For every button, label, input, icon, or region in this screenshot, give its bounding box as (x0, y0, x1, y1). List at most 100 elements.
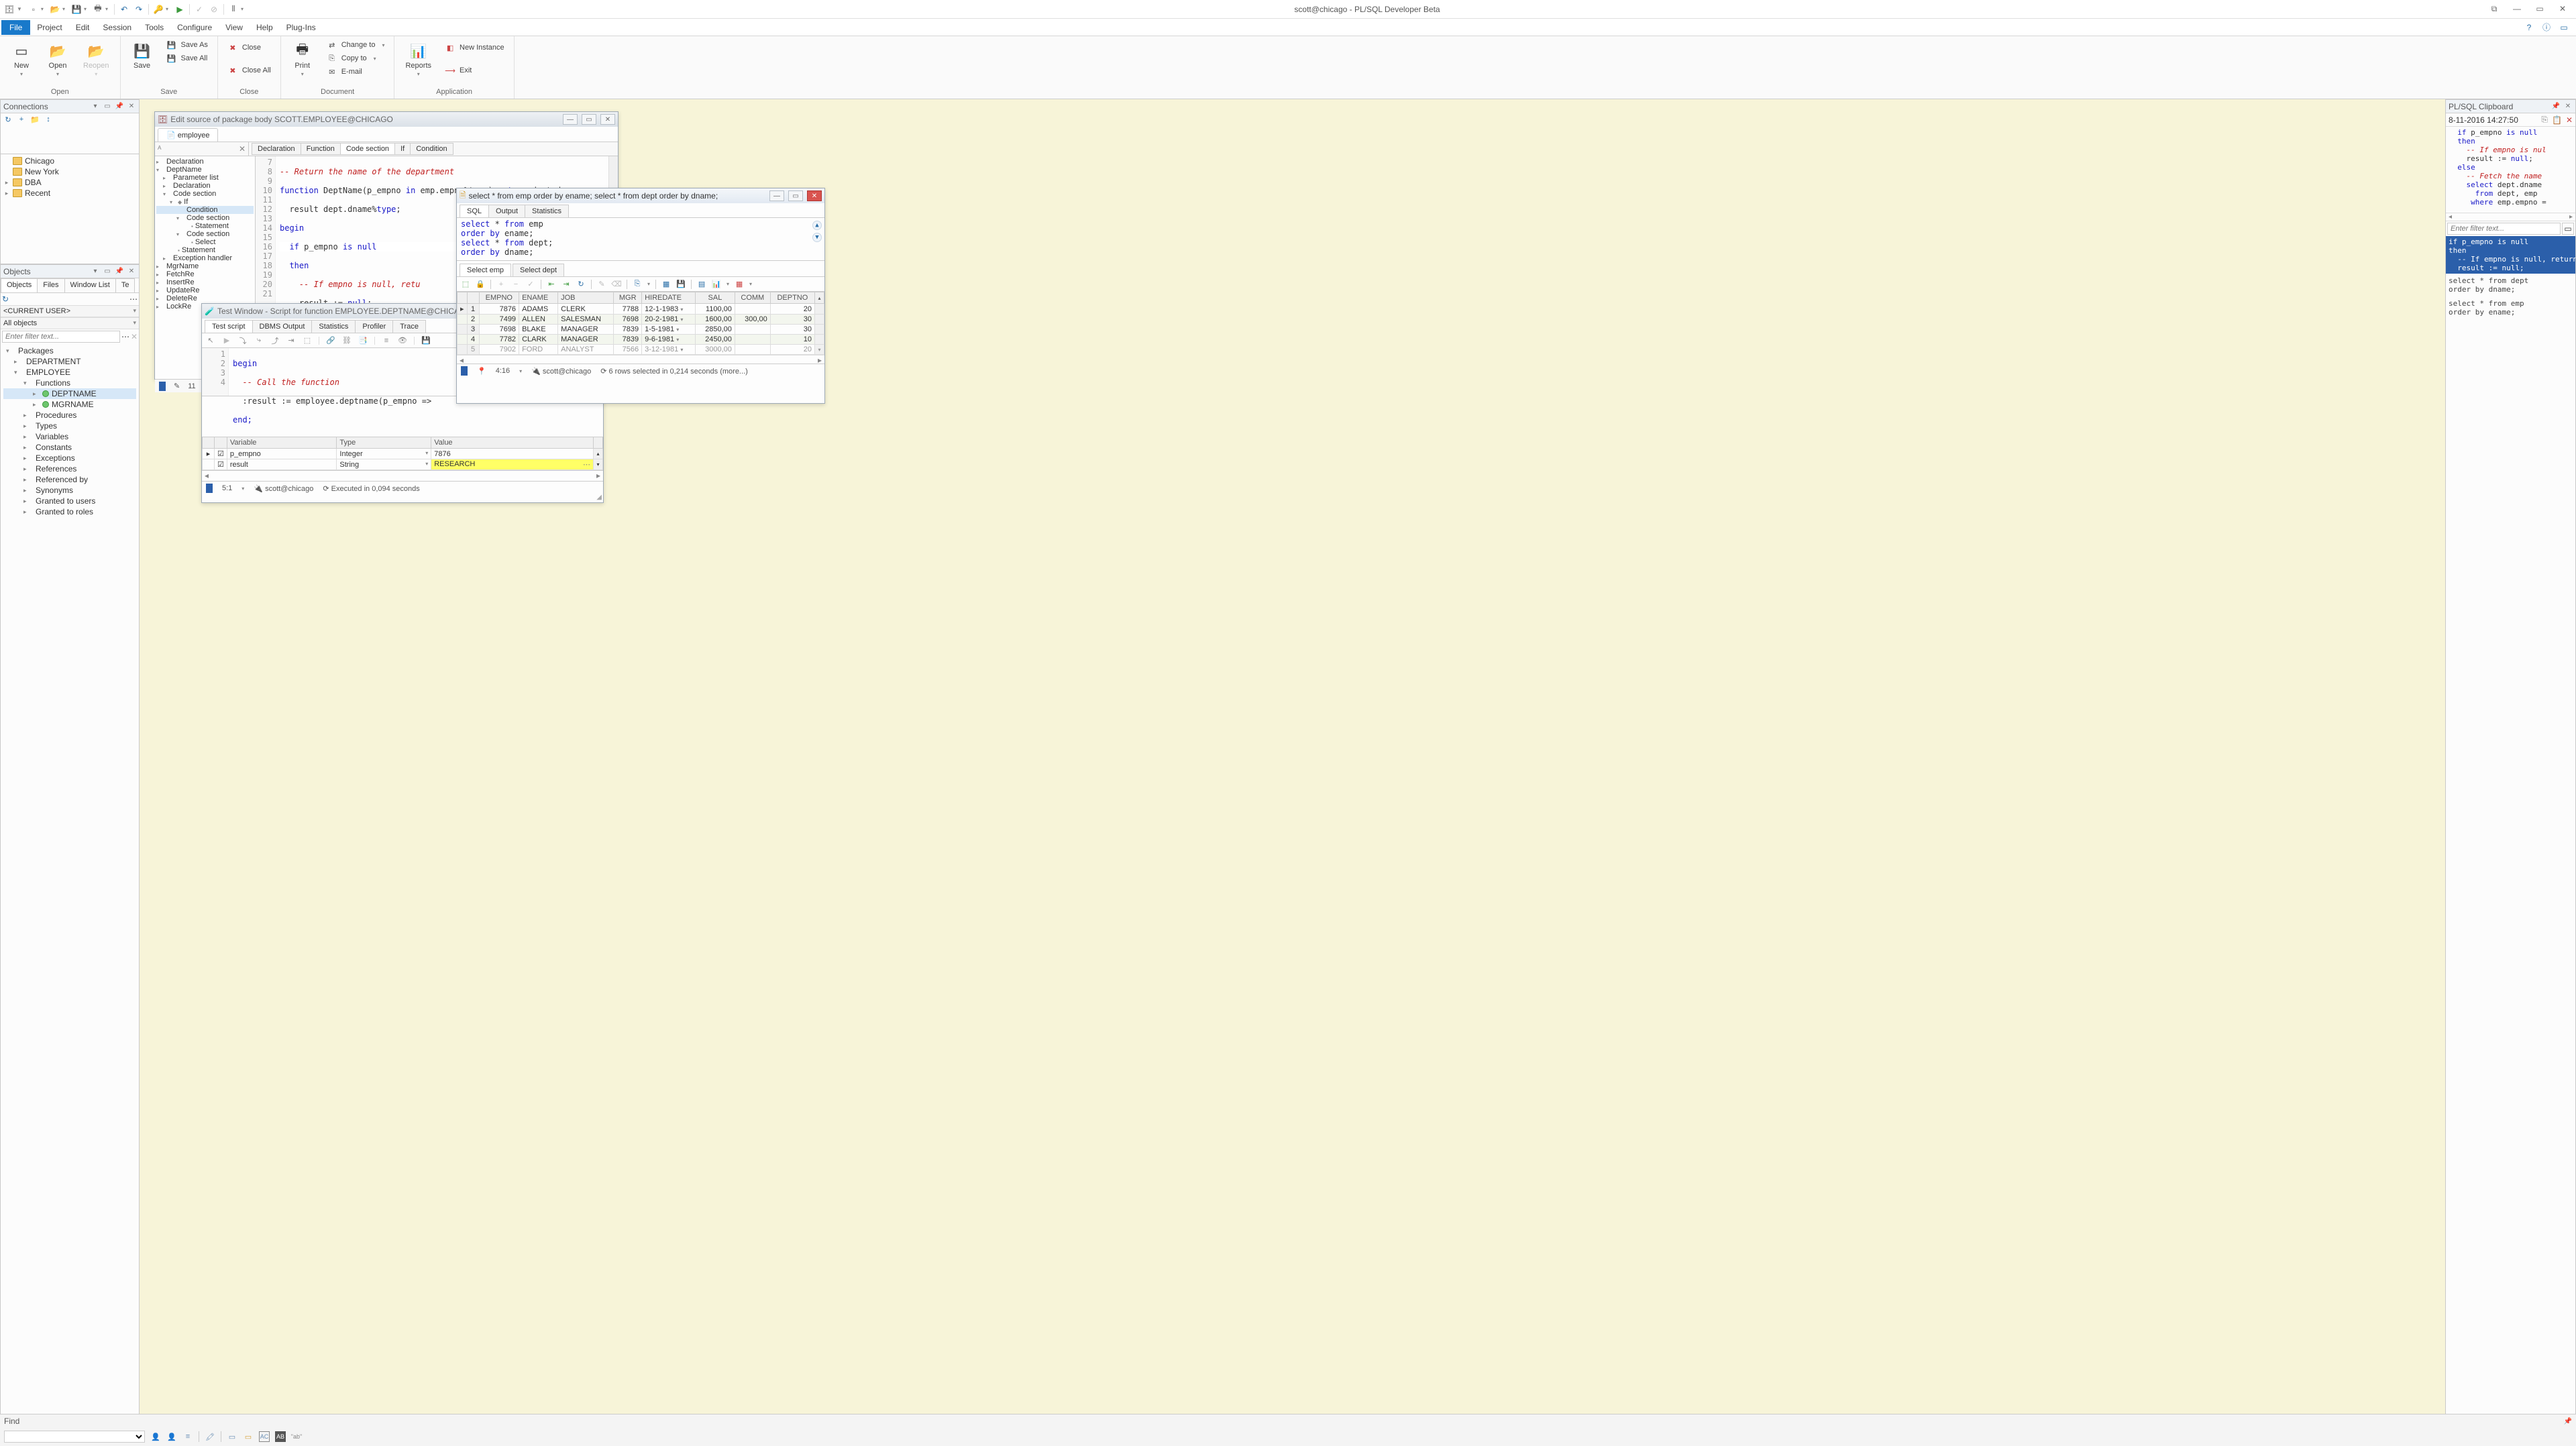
vars-icon[interactable]: ≡ (382, 336, 391, 345)
chart-icon[interactable]: 📊 (712, 280, 721, 289)
tab-statistics[interactable]: Statistics (311, 320, 356, 333)
sn-mgrname[interactable]: ▸MgrName (156, 262, 254, 270)
sn-insertre[interactable]: ▸InsertRe (156, 278, 254, 286)
sn-statement[interactable]: ▪Statement (156, 222, 254, 230)
pin-icon[interactable]: 📍 (477, 367, 486, 376)
filter-clear-icon[interactable]: ✕ (131, 332, 138, 341)
step-into-icon[interactable]: ⤷ (254, 336, 264, 345)
fetch-icon[interactable]: ⬚ (461, 280, 470, 289)
tab-trace[interactable]: Trace (392, 320, 426, 333)
scroll-left-icon[interactable]: ◂ (2449, 213, 2452, 221)
sn-exch[interactable]: ▸Exception handler (156, 254, 254, 262)
saveas-button[interactable]: 💾Save As (164, 39, 211, 51)
find-next-icon[interactable]: 👤 (150, 1431, 161, 1442)
node-procedures[interactable]: ▸Procedures (3, 410, 136, 421)
filter-more-icon[interactable]: ⋯ (129, 294, 138, 304)
node-references[interactable]: ▸References (3, 463, 136, 474)
sn-codesec3[interactable]: ▾Code section (156, 230, 254, 238)
tab-testscript[interactable]: Test script (205, 320, 253, 333)
max-icon[interactable]: ▭ (788, 190, 803, 201)
current-user-label[interactable]: <CURRENT USER> (3, 307, 133, 315)
nav-up-icon[interactable]: ▲ (812, 221, 822, 230)
qa-config-icon[interactable]: ⫴ (228, 4, 239, 15)
scope2-icon[interactable]: ▭ (243, 1431, 254, 1442)
qa-open-icon[interactable]: 📂 (50, 4, 60, 15)
col-sal[interactable]: SAL (696, 292, 735, 304)
next-icon[interactable]: ▸ (596, 471, 600, 481)
tab-output[interactable]: Output (488, 205, 525, 217)
add-icon[interactable]: + (17, 115, 26, 124)
tab-profiler[interactable]: Profiler (355, 320, 393, 333)
var-row[interactable]: ☑ result String ▾ RESEARCH⋯ ▾ (203, 459, 603, 470)
find-input[interactable] (4, 1431, 145, 1443)
lock-icon[interactable]: 🔒 (476, 280, 485, 289)
sn-decl[interactable]: ▸Declaration (156, 158, 254, 166)
bc-if[interactable]: If (394, 143, 411, 155)
node-employee[interactable]: ▾EMPLOYEE (3, 367, 136, 378)
menu-session[interactable]: Session (96, 20, 138, 35)
findbar-pin-icon[interactable]: 📌 (2564, 1418, 2572, 1425)
node-functions[interactable]: ▾Functions (3, 378, 136, 388)
bc-function[interactable]: Function (301, 143, 341, 155)
scroll-right-icon[interactable]: ▸ (2569, 213, 2573, 221)
node-referencedby[interactable]: ▸Referenced by (3, 474, 136, 485)
node-types[interactable]: ▸Types (3, 421, 136, 431)
grid-row[interactable]: ▸17876ADAMSCLERK778812-1-1983 ▾1100,0020 (458, 304, 824, 315)
menu-file[interactable]: File (1, 20, 30, 35)
paste-icon[interactable]: 📋 (2552, 115, 2562, 125)
commit-icon[interactable]: + (496, 280, 506, 289)
edit-icon[interactable]: ✎ (597, 280, 606, 289)
all-objects-label[interactable]: All objects (3, 319, 133, 327)
sn-decl2[interactable]: ▸Declaration (156, 182, 254, 190)
last-icon[interactable]: ⇥ (561, 280, 571, 289)
conn-newyork[interactable]: New York (3, 166, 136, 177)
newinstance-button[interactable]: ◧New Instance (442, 42, 507, 54)
sn-updatere[interactable]: ▸UpdateRe (156, 286, 254, 294)
save-icon[interactable]: 💾 (676, 280, 686, 289)
step-over-icon[interactable]: ⤵ (238, 336, 248, 345)
closeall-button[interactable]: ✖Close All (225, 64, 274, 76)
collapse-ribbon-icon[interactable]: ▭ (2559, 22, 2569, 33)
stop-icon[interactable]: ⬚ (303, 336, 312, 345)
word-icon[interactable]: AB (275, 1431, 286, 1442)
delete-icon[interactable]: ✕ (2566, 115, 2573, 125)
grid-row[interactable]: 37698BLAKEMANAGER78391-5-1981 ▾2850,0030 (458, 325, 824, 335)
tab-te[interactable]: Te (115, 278, 136, 292)
close-icon[interactable]: ✕ (807, 190, 822, 201)
qa-new-icon[interactable]: ▫ (28, 4, 39, 15)
highlight-icon[interactable]: 🖍 (205, 1431, 215, 1442)
tab-files[interactable]: Files (37, 278, 64, 292)
col-job[interactable]: JOB (558, 292, 614, 304)
col-ename[interactable]: ENAME (519, 292, 558, 304)
clipboard-item[interactable]: select * from dept order by dname; (2446, 274, 2575, 296)
sn-statement2[interactable]: ▪Statement (156, 246, 254, 254)
single-record-icon[interactable]: ▤ (697, 280, 706, 289)
col-comm[interactable]: COMM (735, 292, 770, 304)
sn-paramlist[interactable]: ▸Parameter list (156, 174, 254, 182)
panel-restore-icon[interactable]: ▭ (103, 102, 112, 111)
node-exceptions[interactable]: ▸Exceptions (3, 453, 136, 463)
col-deptno[interactable]: DEPTNO (770, 292, 814, 304)
qa-print-icon[interactable]: 🖶 (93, 4, 103, 15)
col-value[interactable]: Value (431, 437, 594, 449)
conn-recent[interactable]: ▸Recent (3, 188, 136, 199)
sn-fetchre[interactable]: ▸FetchRe (156, 270, 254, 278)
help-icon[interactable]: ? (2524, 22, 2534, 33)
watch-icon[interactable]: 👁 (398, 336, 407, 345)
conn-chicago[interactable]: Chicago (3, 156, 136, 166)
qa-save-icon[interactable]: 💾 (71, 4, 82, 15)
unlink-icon[interactable]: ⛓ (342, 336, 352, 345)
panel-pin-icon[interactable]: 📌 (115, 267, 124, 276)
node-department[interactable]: ▸DEPARTMENT (3, 356, 136, 367)
refresh-icon[interactable]: ↻ (576, 280, 586, 289)
menu-plugins[interactable]: Plug-Ins (280, 20, 323, 35)
nav-down-icon[interactable]: ▼ (812, 233, 822, 242)
minimize-icon[interactable]: — (2512, 4, 2522, 14)
edit-mode-icon[interactable]: ✎ (174, 382, 180, 390)
changeto-button[interactable]: ⇄Change to ▾ (324, 39, 388, 51)
node-variables[interactable]: ▸Variables (3, 431, 136, 442)
sort-icon[interactable]: ↕ (44, 115, 53, 124)
sn-codesec[interactable]: ▾Code section (156, 190, 254, 198)
panel-pin-icon[interactable]: 📌 (115, 102, 124, 111)
menu-help[interactable]: Help (250, 20, 280, 35)
